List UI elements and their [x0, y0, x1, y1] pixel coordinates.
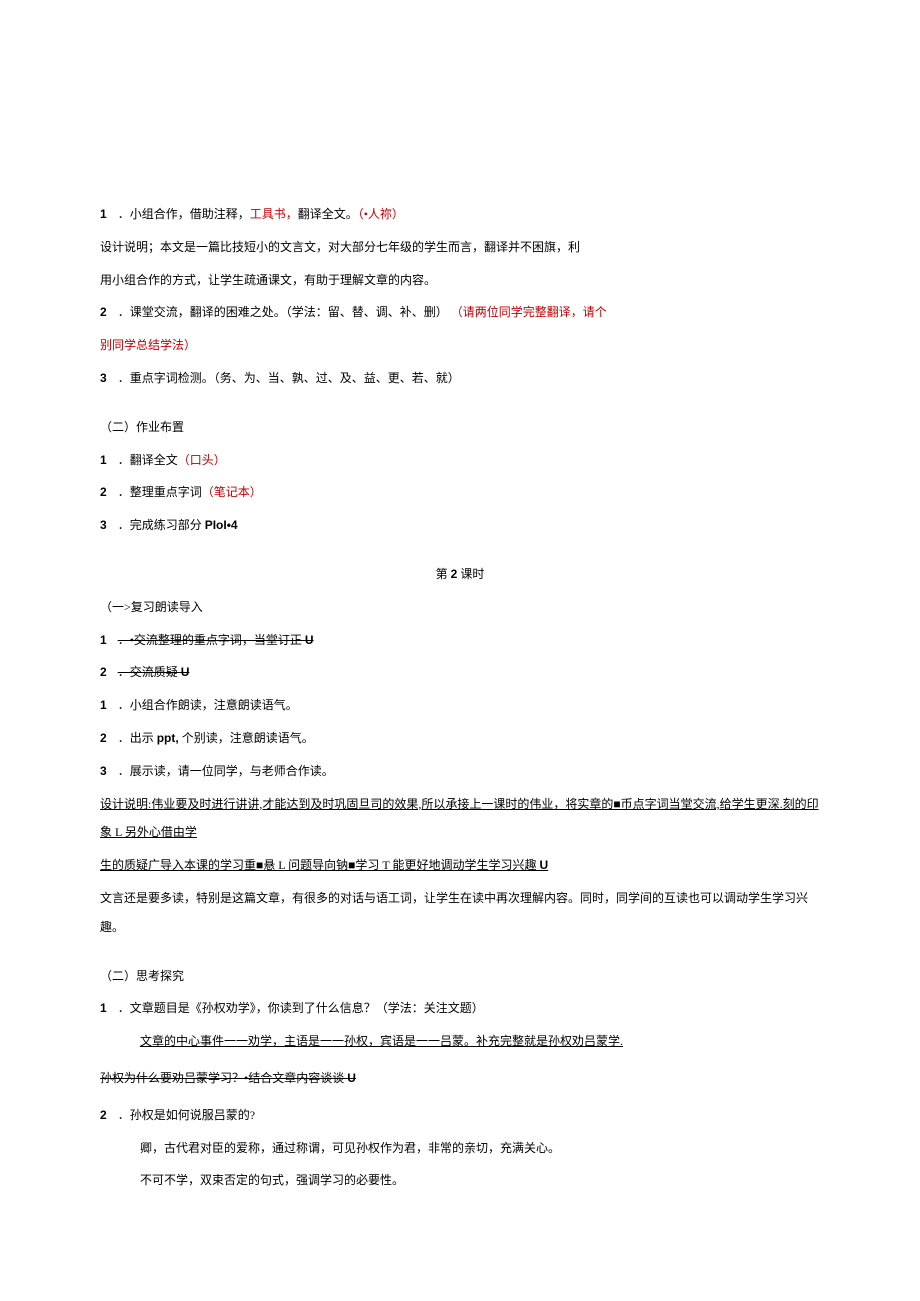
- text: ．展示读，请一位同学，与老师合作读。: [118, 764, 334, 778]
- paragraph: 文章的中心事件一一劝学，主语是一一孙权，宾语是一一吕蒙。补充完整就是孙权劝吕蒙学…: [100, 1027, 820, 1056]
- list-number: 3: [100, 518, 107, 532]
- paragraph: 卿，古代君对臣的爱称，通过称谓，可见孙权作为君，非常的亲切，充满关心。: [100, 1134, 820, 1163]
- text: 不可不学，双束否定的句式，强调学习的必要性。: [140, 1173, 404, 1187]
- paragraph: 2 ．交流质疑 U: [100, 658, 820, 687]
- list-number: 2: [100, 665, 107, 679]
- text: （一>复习朗读导入: [100, 600, 203, 614]
- text-highlight: 别同学总结学法）: [100, 338, 196, 352]
- list-number: 1: [100, 453, 107, 467]
- paragraph: 2 ．课堂交流，翻译的困难之处。（学法：留、替、调、补、删） （请两位同学完整翻…: [100, 298, 820, 327]
- section-heading: （二）作业布置: [100, 413, 820, 442]
- text: 卿，古代君对臣的爱称，通过称谓，可见孙权作为君，非常的亲切，充满关心。: [140, 1141, 560, 1155]
- paragraph: 3 ．展示读，请一位同学，与老师合作读。: [100, 757, 820, 786]
- paragraph: 2 ．孙权是如何说服吕蒙的?: [100, 1101, 820, 1130]
- text: ．课堂交流，翻译的困难之处。（学法：留、替、调、补、删）: [118, 305, 448, 319]
- list-number: 2: [100, 485, 107, 499]
- text-highlight: （请两位同学完整翻译，请个: [451, 305, 607, 319]
- list-number: 2: [100, 305, 107, 319]
- paragraph: 1 ．小组合作朗读，注意朗读语气。: [100, 691, 820, 720]
- text: ．重点字词检测。（务、为、当、孰、过、及、益、更、若、就）: [118, 371, 460, 385]
- text-underline: U: [540, 858, 549, 872]
- paragraph: 3 ．重点字词检测。（务、为、当、孰、过、及、益、更、若、就）: [100, 364, 820, 393]
- paragraph: 3 ．完成练习部分 PIoI•4: [100, 511, 820, 540]
- paragraph: 别同学总结学法）: [100, 331, 820, 360]
- text: 课时: [457, 567, 484, 581]
- list-number: 1: [100, 207, 107, 221]
- text: ．小组合作，借助注释，: [118, 207, 250, 221]
- section-heading: （二）思考探究: [100, 962, 820, 991]
- paragraph: 1 ．•交流整理的重点字词，当堂订正 U: [100, 626, 820, 655]
- text-strikethrough: U: [181, 665, 190, 679]
- text: 翻译全文。: [298, 207, 358, 221]
- text-underline: 设计说明:伟业要及时进行讲讲,才能达到及时巩固旦司的效果,所以承接上一课时的伟业…: [100, 797, 819, 840]
- text: ．出示: [118, 731, 157, 745]
- text: ．文章题目是《孙权劝学》，你读到了什么信息？（学法：关注文题）: [118, 1001, 484, 1015]
- paragraph: 2 ．整理重点字词（笔记本）: [100, 478, 820, 507]
- text: ．整理重点字词: [118, 485, 202, 499]
- paragraph: 1 ．文章题目是《孙权劝学》，你读到了什么信息？（学法：关注文题）: [100, 994, 820, 1023]
- text: ．小组合作朗读，注意朗读语气。: [118, 698, 298, 712]
- list-number: 2: [100, 731, 107, 745]
- list-number: 1: [100, 633, 107, 647]
- text: 设计说明；本文是一篇比技短小的文言文，对大部分七年级的学生而言，翻译并不困旗，利: [100, 240, 580, 254]
- text-highlight: （笔记本）: [202, 485, 262, 499]
- paragraph: 2 ．出示 ppt, 个别读，注意朗读语气。: [100, 724, 820, 753]
- list-number: 3: [100, 371, 107, 385]
- text: PIoI•4: [205, 518, 238, 532]
- paragraph: 文言还是要多读，特别是这篇文章，有很多的对话与语工词，让学生在读中再次理解内容。…: [100, 884, 820, 942]
- text: 文言还是要多读，特别是这篇文章，有很多的对话与语工词，让学生在读中再次理解内容。…: [100, 891, 808, 934]
- section-heading: 第 2 课时: [100, 560, 820, 589]
- text: 个别读，注意朗读语气。: [179, 731, 314, 745]
- list-number: 3: [100, 764, 107, 778]
- text-strikethrough: ．•交流整理的重点字词，当堂订正: [118, 633, 305, 647]
- text: 用小组合作的方式，让学生疏通课文，有助于理解文章的内容。: [100, 273, 436, 287]
- paragraph: 孙权为什么要劝吕蒙学习？•结合文章内容谈谈 U: [100, 1064, 820, 1093]
- text-strikethrough: ．交流质疑: [118, 665, 181, 679]
- text: ．孙权是如何说服吕蒙的?: [118, 1108, 255, 1122]
- text: ．翻译全文: [118, 453, 178, 467]
- text: ．完成练习部分: [118, 518, 205, 532]
- paragraph: 设计说明；本文是一篇比技短小的文言文，对大部分七年级的学生而言，翻译并不困旗，利: [100, 233, 820, 262]
- paragraph: 生的质疑广导入本课的学习重■悬 L 问题导向钠■学习 T 能更好地调动学生学习兴…: [100, 851, 820, 880]
- list-number: 1: [100, 698, 107, 712]
- paragraph: 1 ．翻译全文（口头）: [100, 446, 820, 475]
- text: （二）作业布置: [100, 420, 184, 434]
- text-highlight: （•人祢）: [358, 207, 404, 221]
- text-highlight: （口头）: [178, 453, 226, 467]
- paragraph: （一>复习朗读导入: [100, 593, 820, 622]
- paragraph: 不可不学，双束否定的句式，强调学习的必要性。: [100, 1166, 820, 1195]
- text-strikethrough: U: [347, 1071, 356, 1085]
- paragraph: 1 ．小组合作，借助注释，工具书，翻译全文。（•人祢）: [100, 200, 820, 229]
- text: ppt,: [157, 731, 179, 745]
- list-number: 1: [100, 1001, 107, 1015]
- paragraph: 设计说明:伟业要及时进行讲讲,才能达到及时巩固旦司的效果,所以承接上一课时的伟业…: [100, 790, 820, 848]
- text-strikethrough: U: [305, 633, 314, 647]
- text-strikethrough: 孙权为什么要劝吕蒙学习？•结合文章内容谈谈: [100, 1071, 347, 1085]
- text-underline: 生的质疑广导入本课的学习重■悬 L 问题导向钠■学习 T 能更好地调动学生学习兴…: [100, 858, 540, 872]
- text: （二）思考探究: [100, 969, 184, 983]
- text-highlight: 工具书，: [250, 207, 298, 221]
- text-underline: 文章的中心事件一一劝学，主语是一一孙权，宾语是一一吕蒙。补充完整就是孙权劝吕蒙学…: [140, 1034, 623, 1048]
- list-number: 2: [100, 1108, 107, 1122]
- text: 第: [436, 567, 451, 581]
- paragraph: 用小组合作的方式，让学生疏通课文，有助于理解文章的内容。: [100, 266, 820, 295]
